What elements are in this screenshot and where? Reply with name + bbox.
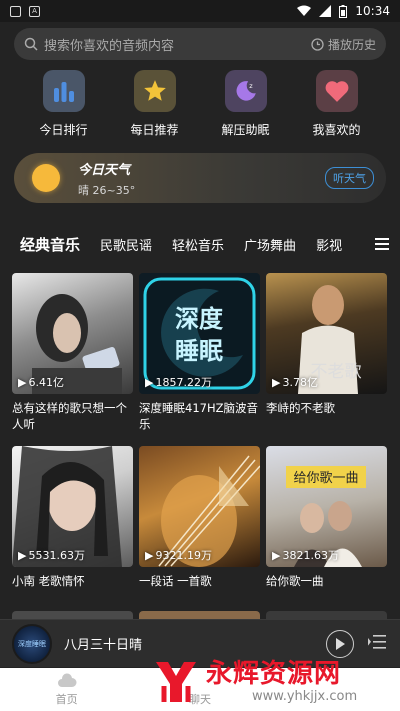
svg-text:不老歌: 不老歌: [311, 362, 362, 382]
weather-card[interactable]: 今日天气 晴 26~35° 听天气: [14, 153, 386, 203]
search-bar[interactable]: 搜索你喜欢的音频内容 播放历史: [14, 28, 386, 60]
now-playing-cover: 深度睡眠: [12, 623, 52, 664]
watermark-logo-icon: [156, 662, 196, 702]
playlist-card[interactable]: ▶ 5531.63万 小南 老歌情怀: [12, 446, 133, 605]
playlist-title: 深度睡眠417HZ脑波音乐: [139, 401, 258, 431]
tab-classic[interactable]: 经典音乐: [20, 234, 80, 255]
playlist-title: 小南 老歌情怀: [12, 574, 85, 588]
history-label: 播放历史: [327, 37, 376, 52]
svg-text:给你歌一曲: 给你歌一曲: [293, 471, 358, 486]
nav-label: 首页: [55, 692, 78, 706]
svg-text:z: z: [249, 82, 253, 90]
tab-film[interactable]: 影视: [316, 235, 342, 254]
playlist-title: 给你歌一曲: [266, 574, 324, 588]
playlist-title: 一段话 一首歌: [139, 574, 212, 588]
playlist-grid: ▶ 6.41亿 总有这样的歌只想一个人听 深度 睡眠 ▶ 1857.22万 深度睡眠4…: [12, 273, 388, 605]
playlist-cover: ▶ 5531.63万: [12, 446, 133, 567]
nav-home[interactable]: 首页: [0, 672, 133, 707]
listen-weather-button[interactable]: 听天气: [325, 167, 374, 189]
app-notification-icon: A: [29, 5, 40, 17]
svg-text:睡眠: 睡眠: [175, 337, 223, 365]
playlist-card[interactable]: ▶ 6.41亿 总有这样的歌只想一个人听: [12, 273, 133, 432]
quick-item-daily-recommend[interactable]: 每日推荐: [119, 70, 191, 140]
play-count: 1857.22万: [155, 376, 212, 389]
playlist-card[interactable]: 深度睡眠 ▶ 1857.22万 深度睡眠417HZ脑波音乐: [139, 273, 260, 432]
search-icon: [24, 37, 38, 51]
quick-label: 我喜欢的: [312, 123, 361, 137]
quick-item-favorites[interactable]: 我喜欢的: [301, 70, 373, 140]
clock-icon: [311, 37, 324, 51]
menu-icon: [375, 238, 389, 250]
play-count: 5531.63万: [28, 549, 85, 562]
playlist-cover: ▶ 9321.19万: [139, 446, 260, 567]
heart-icon: [315, 70, 358, 112]
watermark-title: 永辉资源网: [206, 659, 342, 689]
sun-icon: [32, 164, 60, 192]
play-icon: [336, 637, 345, 650]
watermark-url: www.yhkjjx.com: [252, 689, 358, 704]
playlist-card[interactable]: ▶ 9321.19万 一段话 一首歌: [139, 446, 260, 605]
quick-label: 今日排行: [39, 123, 88, 137]
wifi-icon: [297, 5, 312, 16]
bar-chart-icon: [42, 70, 85, 112]
play-icon: ▶: [145, 375, 154, 389]
signal-icon: [319, 5, 332, 17]
search-input[interactable]: 搜索你喜欢的音频内容: [44, 35, 174, 54]
play-count: 6.41亿: [28, 376, 64, 389]
play-count: 3821.63万: [282, 549, 339, 562]
quick-item-daily-ranking[interactable]: 今日排行: [28, 70, 100, 140]
quick-actions: 今日排行 每日推荐 z 解压助眠 我喜欢的: [0, 70, 400, 140]
playlist-button[interactable]: [368, 634, 386, 654]
cloud-icon: [57, 672, 77, 687]
playlist-card[interactable]: 给你歌一曲 ▶ 3821.63万 给你歌一曲: [266, 446, 387, 605]
battery-icon: [339, 4, 348, 18]
weather-title: 今日天气: [78, 162, 131, 178]
playlist-cover: 给你歌一曲 ▶ 3821.63万: [266, 446, 387, 567]
watermark: 永辉资源网 www.yhkjjx.com: [150, 654, 400, 710]
play-icon: ▶: [18, 375, 27, 389]
playlist-cover: ▶ 6.41亿: [12, 273, 133, 394]
playlist-cover: 深度睡眠 ▶ 1857.22万: [139, 273, 260, 394]
tab-square-dance[interactable]: 广场舞曲: [244, 235, 296, 254]
quick-label: 解压助眠: [221, 123, 270, 137]
svg-text:深度: 深度: [175, 305, 224, 333]
play-icon: ▶: [145, 548, 154, 562]
quick-item-sleep-aid[interactable]: z 解压助眠: [210, 70, 282, 140]
disc-label: 深度睡眠: [18, 639, 46, 648]
notification-icon: [10, 5, 21, 17]
tab-folk[interactable]: 民歌民谣: [100, 235, 152, 254]
playlist-card[interactable]: 不老歌 ▶ 3.78亿 李峙的不老歌: [266, 273, 387, 432]
tab-relax[interactable]: 轻松音乐: [172, 235, 224, 254]
play-icon: ▶: [18, 548, 27, 562]
play-count: 3.78亿: [282, 376, 318, 389]
clock: 10:34: [355, 4, 390, 18]
queue-icon: [368, 634, 386, 649]
quick-label: 每日推荐: [130, 123, 179, 137]
play-count: 9321.19万: [155, 549, 212, 562]
moon-icon: z: [224, 70, 267, 112]
tab-menu-button[interactable]: [364, 230, 400, 258]
playlist-title: 总有这样的歌只想一个人听: [12, 401, 127, 431]
star-icon: [133, 70, 176, 112]
now-playing-title: 八月三十日晴: [64, 638, 143, 653]
play-icon: ▶: [272, 375, 281, 389]
playlist-title: 李峙的不老歌: [266, 401, 335, 415]
weather-detail: 晴 26~35°: [78, 183, 136, 197]
category-tabs: 经典音乐 民歌民谣 轻松音乐 广场舞曲 影视: [0, 230, 400, 258]
status-bar: A 10:34: [0, 0, 400, 22]
history-button[interactable]: 播放历史: [311, 36, 386, 53]
playlist-cover: 不老歌 ▶ 3.78亿: [266, 273, 387, 394]
play-icon: ▶: [272, 548, 281, 562]
